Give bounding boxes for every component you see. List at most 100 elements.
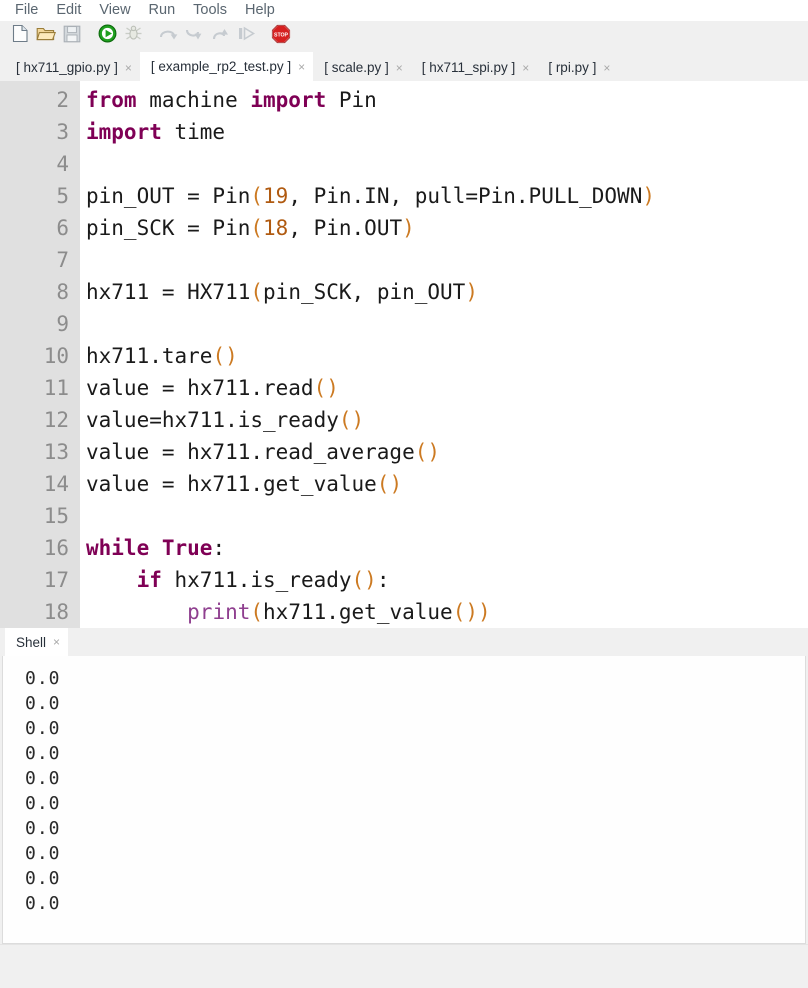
code-line: if hx711.is_ready(): (86, 564, 808, 596)
code-token: pin_SCK, pin_OUT (263, 280, 466, 304)
shell-output-line: 0.0 (25, 743, 61, 764)
run-icon (98, 24, 117, 48)
code-token: time (161, 120, 226, 144)
tab-scale[interactable]: [ scale.py ] × (313, 54, 411, 81)
tab-close-icon[interactable]: × (125, 62, 132, 74)
tab-close-icon[interactable]: × (522, 62, 529, 74)
code-line: pin_OUT = Pin(19, Pin.IN, pull=Pin.PULL_… (86, 180, 808, 212)
menu-file[interactable]: File (6, 0, 47, 21)
step-over-icon (158, 25, 178, 48)
tab-close-icon[interactable]: × (298, 61, 305, 73)
shell-output[interactable]: 0.0 0.0 0.0 0.0 0.0 0.0 0.0 0.0 0.0 0.0 (2, 656, 806, 944)
resume-icon (237, 25, 256, 47)
code-token: ( (250, 600, 264, 624)
line-number-gutter: 2 3 4 5 6 7 8 9 10 11 12 13 14 15 16 17 18 (0, 81, 80, 628)
code-token: if (136, 568, 162, 592)
code-line: while True: (86, 532, 808, 564)
code-token: () (376, 472, 403, 496)
line-number: 14 (43, 472, 69, 496)
menu-run[interactable]: Run (140, 0, 185, 21)
code-text-area[interactable]: from machine import Pin import time pin_OU… (80, 81, 808, 628)
code-token: value = hx711.read (86, 376, 314, 400)
code-token: Pin (326, 88, 377, 112)
thonny-window: File Edit View Run Tools Help STOP [hx7… (0, 0, 808, 988)
tab-label: [ example_rp2_test.py ] (150, 59, 292, 75)
save-icon (63, 25, 81, 48)
code-token: hx711.tare (86, 344, 213, 368)
code-editor[interactable]: 2 3 4 5 6 7 8 9 10 11 12 13 14 15 16 17 18 from machine … (0, 81, 808, 628)
shell-output-line: 0.0 (25, 818, 61, 839)
run-button[interactable] (95, 24, 119, 48)
stop-button[interactable]: STOP (269, 24, 293, 48)
code-token: () (338, 408, 365, 432)
code-token: import (250, 88, 327, 112)
shell-output-line: 0.0 (25, 768, 61, 789)
shell-output-line: 0.0 (25, 843, 61, 864)
code-token: value=hx711.is_ready (86, 408, 339, 432)
line-number: 13 (43, 440, 69, 464)
menu-view[interactable]: View (90, 0, 139, 21)
save-button[interactable] (60, 24, 84, 48)
code-token: ) (465, 280, 478, 304)
code-token: , Pin.IN, pull=Pin.PULL_DOWN (288, 184, 643, 208)
code-token: hx711.is_ready (161, 568, 352, 592)
tab-example-rp2-test[interactable]: [ example_rp2_test.py ] × (139, 52, 314, 81)
code-token: while (86, 536, 150, 560)
tab-shell[interactable]: Shell × (5, 628, 69, 656)
line-number: 2 (56, 88, 69, 112)
tab-label: [ rpi.py ] (548, 60, 597, 76)
step-out-icon (210, 25, 230, 48)
code-token: : (376, 568, 390, 592)
open-folder-icon (36, 25, 56, 48)
menu-tools[interactable]: Tools (184, 0, 236, 21)
line-number: 17 (43, 568, 69, 592)
code-token: () (414, 440, 441, 464)
line-number: 11 (43, 376, 69, 400)
open-file-button[interactable] (34, 24, 58, 48)
code-line: hx711 = HX711(pin_SCK, pin_OUT) (86, 276, 808, 308)
step-into-button[interactable] (182, 24, 206, 48)
shell-output-line: 0.0 (25, 868, 61, 889)
resume-button[interactable] (234, 24, 258, 48)
line-number: 9 (56, 312, 69, 336)
tab-label: [ scale.py ] (324, 60, 389, 76)
code-token: value = hx711.read_average (86, 440, 415, 464)
code-token: pin_SCK = Pin (86, 216, 251, 240)
code-line: from machine import Pin (86, 84, 808, 116)
line-number: 16 (43, 536, 69, 560)
code-token: 19 (263, 184, 289, 208)
new-file-button[interactable] (8, 24, 32, 48)
line-number: 6 (56, 216, 69, 240)
step-over-button[interactable] (156, 24, 180, 48)
tab-close-icon[interactable]: × (396, 62, 403, 74)
tab-close-icon[interactable]: × (603, 62, 610, 74)
menu-edit[interactable]: Edit (47, 0, 90, 21)
tab-hx711-gpio[interactable]: [ hx711_gpio.py ] × (5, 54, 140, 81)
shell-output-line: 0.0 (25, 893, 61, 914)
line-number: 18 (43, 600, 69, 624)
shell-output-line: 0.0 (25, 718, 61, 739)
code-token: True (161, 536, 213, 560)
step-out-button[interactable] (208, 24, 232, 48)
shell-output-line: 0.0 (25, 693, 61, 714)
tab-close-icon[interactable]: × (53, 636, 60, 648)
code-line: hx711.tare() (86, 340, 808, 372)
code-token: pin_OUT = Pin (86, 184, 251, 208)
tab-hx711-spi[interactable]: [ hx711_spi.py ] × (410, 54, 538, 81)
line-number: 8 (56, 280, 69, 304)
shell-tab-bar: Shell × (0, 628, 808, 656)
line-number: 3 (56, 120, 69, 144)
code-token: ()) (452, 600, 491, 624)
toolbar: STOP (0, 21, 808, 52)
menu-help[interactable]: Help (236, 0, 284, 21)
code-line: print(hx711.get_value()) (86, 596, 808, 628)
debug-button[interactable] (121, 24, 145, 48)
code-token: ) (642, 184, 655, 208)
tab-rpi[interactable]: [ rpi.py ] × (537, 54, 619, 81)
code-token: : (212, 536, 226, 560)
